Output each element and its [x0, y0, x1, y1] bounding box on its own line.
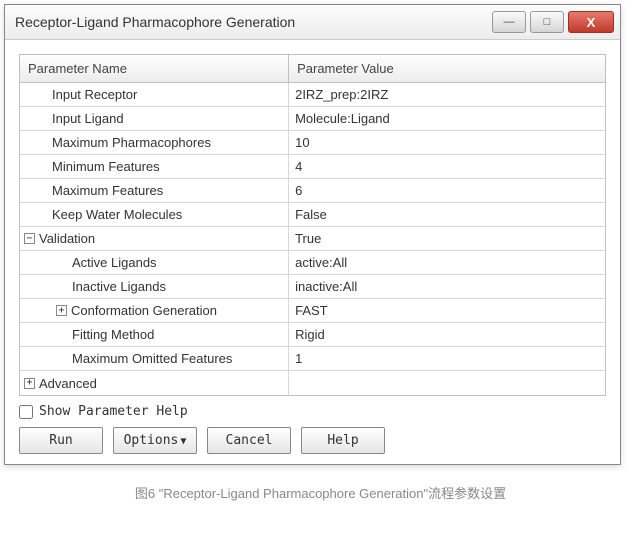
param-value[interactable]: inactive:All: [289, 275, 605, 298]
param-value[interactable]: FAST: [289, 299, 605, 322]
param-value[interactable]: [289, 371, 605, 395]
param-value[interactable]: Rigid: [289, 323, 605, 346]
window-title: Receptor-Ligand Pharmacophore Generation: [15, 14, 295, 30]
param-value[interactable]: True: [289, 227, 605, 250]
close-button[interactable]: X: [568, 11, 614, 33]
param-name: Maximum Omitted Features: [20, 347, 289, 370]
show-help-checkbox[interactable]: [19, 405, 33, 419]
table-row[interactable]: Active Ligands active:All: [20, 251, 605, 275]
table-row[interactable]: Maximum Pharmacophores 10: [20, 131, 605, 155]
table-row[interactable]: Input Ligand Molecule:Ligand: [20, 107, 605, 131]
table-row[interactable]: Minimum Features 4: [20, 155, 605, 179]
header-param-name: Parameter Name: [20, 55, 289, 82]
options-button[interactable]: Options▼: [113, 427, 197, 454]
param-name: Maximum Pharmacophores: [20, 131, 289, 154]
table-row[interactable]: Inactive Ligands inactive:All: [20, 275, 605, 299]
param-name: Input Receptor: [20, 83, 289, 106]
param-name: Validation: [39, 231, 95, 246]
table-row[interactable]: Input Receptor 2IRZ_prep:2IRZ: [20, 83, 605, 107]
cancel-button[interactable]: Cancel: [207, 427, 291, 454]
table-header: Parameter Name Parameter Value: [20, 55, 605, 83]
figure-caption: 图6 "Receptor-Ligand Pharmacophore Genera…: [0, 483, 641, 502]
maximize-button[interactable]: □: [530, 11, 564, 33]
param-value[interactable]: active:All: [289, 251, 605, 274]
titlebar: Receptor-Ligand Pharmacophore Generation…: [5, 5, 620, 40]
header-param-value: Parameter Value: [289, 55, 605, 82]
table-row[interactable]: Maximum Omitted Features 1: [20, 347, 605, 371]
help-button[interactable]: Help: [301, 427, 385, 454]
param-value[interactable]: False: [289, 203, 605, 226]
param-name: Advanced: [39, 376, 97, 391]
param-name: Maximum Features: [20, 179, 289, 202]
table-row[interactable]: + Advanced: [20, 371, 605, 395]
minimize-button[interactable]: —: [492, 11, 526, 33]
dialog-content: Parameter Name Parameter Value Input Rec…: [5, 40, 620, 464]
param-name: Minimum Features: [20, 155, 289, 178]
param-value[interactable]: 1: [289, 347, 605, 370]
param-name: Keep Water Molecules: [20, 203, 289, 226]
param-name: Fitting Method: [20, 323, 289, 346]
param-value[interactable]: 2IRZ_prep:2IRZ: [289, 83, 605, 106]
dialog-window: Receptor-Ligand Pharmacophore Generation…: [4, 4, 621, 465]
maximize-icon: □: [544, 16, 551, 28]
param-name: Active Ligands: [20, 251, 289, 274]
param-name: Input Ligand: [20, 107, 289, 130]
parameter-table: Parameter Name Parameter Value Input Rec…: [19, 54, 606, 396]
minimize-icon: —: [504, 16, 515, 28]
collapse-icon[interactable]: −: [24, 233, 35, 244]
button-bar: Run Options▼ Cancel Help: [19, 427, 606, 454]
expand-icon[interactable]: +: [56, 305, 67, 316]
table-row[interactable]: Fitting Method Rigid: [20, 323, 605, 347]
param-name: Conformation Generation: [71, 303, 217, 318]
run-button[interactable]: Run: [19, 427, 103, 454]
close-icon: X: [587, 15, 596, 30]
window-controls: — □ X: [492, 11, 620, 33]
chevron-down-icon: ▼: [180, 436, 186, 447]
show-help-label: Show Parameter Help: [39, 404, 188, 419]
param-value[interactable]: 10: [289, 131, 605, 154]
param-value[interactable]: 6: [289, 179, 605, 202]
param-name: Inactive Ligands: [20, 275, 289, 298]
table-row[interactable]: − Validation True: [20, 227, 605, 251]
expand-icon[interactable]: +: [24, 378, 35, 389]
help-toggle-row: Show Parameter Help: [19, 404, 606, 419]
table-row[interactable]: + Conformation Generation FAST: [20, 299, 605, 323]
table-row[interactable]: Keep Water Molecules False: [20, 203, 605, 227]
param-value[interactable]: Molecule:Ligand: [289, 107, 605, 130]
table-row[interactable]: Maximum Features 6: [20, 179, 605, 203]
param-value[interactable]: 4: [289, 155, 605, 178]
